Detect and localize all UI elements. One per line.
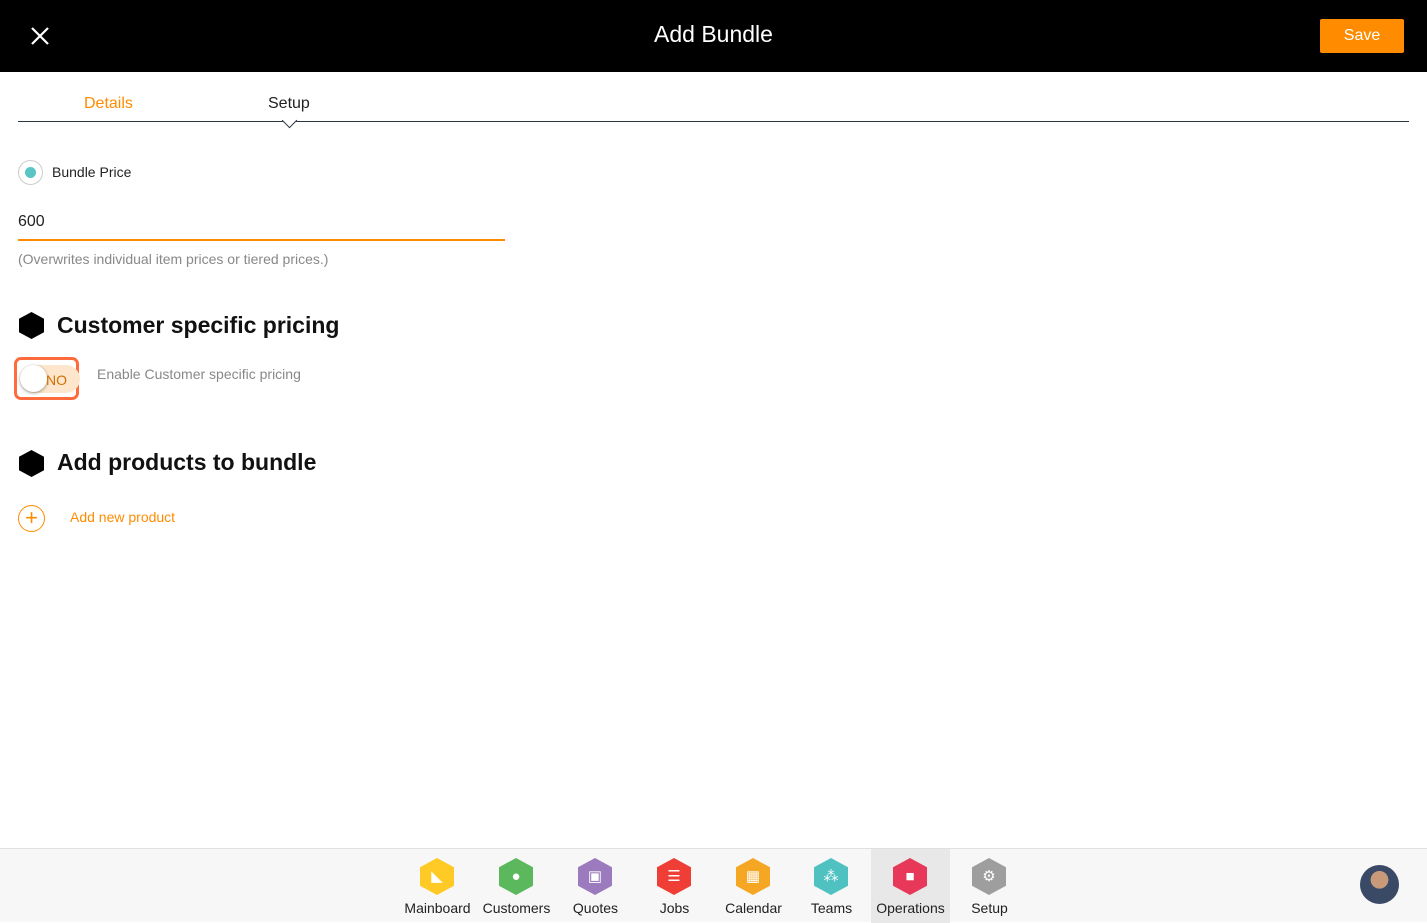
toggle-track: NO bbox=[20, 365, 80, 393]
plus-icon[interactable]: + bbox=[18, 505, 45, 532]
add-products-heading: Add products to bundle bbox=[57, 449, 317, 475]
customer-icon: ● bbox=[499, 858, 533, 895]
tab-bar: Details Setup bbox=[18, 72, 1409, 129]
toggle-state: NO bbox=[46, 372, 67, 388]
nav-label: Mainboard bbox=[404, 900, 471, 916]
toggle-label: Enable Customer specific pricing bbox=[97, 366, 301, 382]
quotes-icon: ▣ bbox=[578, 858, 612, 895]
active-tab-indicator bbox=[281, 112, 298, 129]
teams-icon: ⁂ bbox=[814, 858, 848, 895]
calendar-icon: ▦ bbox=[736, 858, 770, 895]
nav-label: Setup bbox=[971, 900, 1008, 916]
nav-label: Calendar bbox=[725, 900, 782, 916]
nav-label: Quotes bbox=[572, 900, 619, 916]
page-title: Add Bundle bbox=[654, 21, 773, 47]
bundle-price-radio[interactable] bbox=[18, 160, 43, 185]
nav-teams[interactable]: ⁂ Teams bbox=[792, 849, 871, 923]
top-bar: Add Bundle Save bbox=[0, 0, 1427, 72]
tab-setup[interactable]: Setup bbox=[268, 95, 310, 113]
nav-mainboard[interactable]: ◣ Mainboard bbox=[398, 849, 477, 923]
tab-details[interactable]: Details bbox=[84, 95, 133, 113]
mainboard-icon: ◣ bbox=[420, 858, 454, 895]
price-hint: (Overwrites individual item prices or ti… bbox=[18, 251, 329, 267]
nav-operations[interactable]: ■ Operations bbox=[871, 849, 950, 923]
add-new-product-link[interactable]: Add new product bbox=[70, 509, 175, 525]
nav-calendar[interactable]: ▦ Calendar bbox=[714, 849, 793, 923]
customer-pricing-heading: Customer specific pricing bbox=[57, 312, 340, 338]
nav-label: Jobs bbox=[659, 900, 690, 916]
toggle-knob bbox=[20, 365, 47, 392]
save-button[interactable]: Save bbox=[1320, 19, 1404, 53]
nav-label: Customers bbox=[482, 900, 551, 916]
bundle-price-input[interactable] bbox=[18, 205, 505, 241]
customer-pricing-toggle[interactable]: NO bbox=[14, 357, 80, 400]
bottom-nav: ◣ Mainboard ● Customers ▣ Quotes ☰ Jobs ▦ Cal… bbox=[0, 848, 1427, 923]
hexagon-icon bbox=[19, 312, 44, 339]
nav-customers[interactable]: ● Customers bbox=[477, 849, 556, 923]
briefcase-icon: ■ bbox=[893, 858, 927, 895]
nav-jobs[interactable]: ☰ Jobs bbox=[635, 849, 714, 923]
nav-setup[interactable]: ⚙ Setup bbox=[950, 849, 1029, 923]
list-icon: ☰ bbox=[657, 858, 691, 895]
bundle-price-label: Bundle Price bbox=[52, 164, 132, 180]
avatar[interactable] bbox=[1360, 865, 1399, 904]
gear-icon: ⚙ bbox=[972, 858, 1006, 895]
nav-label: Teams bbox=[810, 900, 853, 916]
nav-label: Operations bbox=[876, 900, 945, 916]
nav-quotes[interactable]: ▣ Quotes bbox=[556, 849, 635, 923]
hexagon-icon bbox=[19, 450, 44, 477]
